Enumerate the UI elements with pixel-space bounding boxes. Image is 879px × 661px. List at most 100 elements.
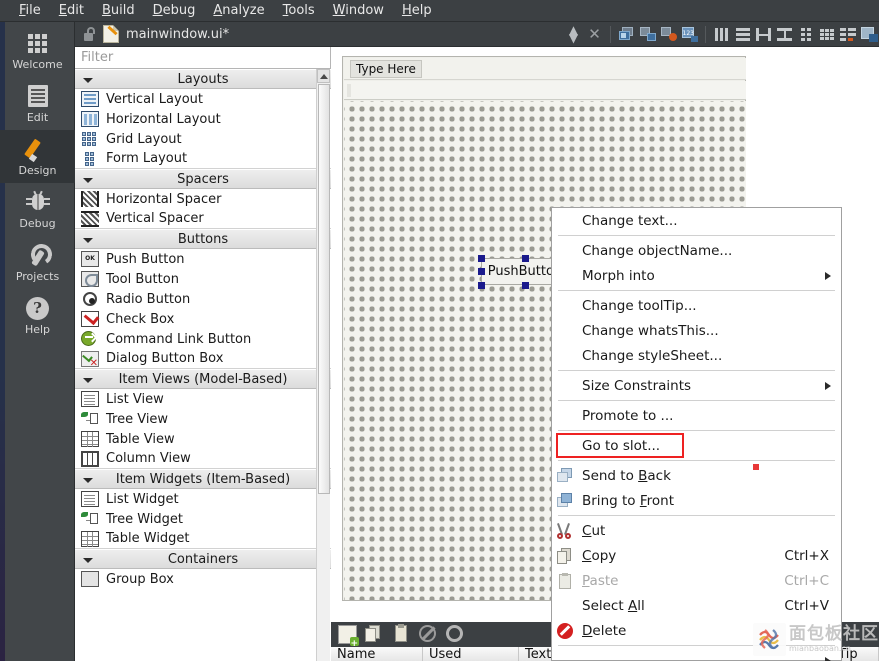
scroll-up-button[interactable] [317,69,330,83]
copy-icon[interactable] [365,625,384,644]
mode-debug[interactable]: Debug [0,183,75,236]
resize-handle-top-left[interactable] [478,255,485,262]
widget-item-radio-button[interactable]: Radio Button [75,289,331,309]
widget-item-vertical-layout[interactable]: Vertical Layout [75,89,331,109]
widget-item-horizontal-spacer[interactable]: Horizontal Spacer [75,189,331,209]
mode-help-label: Help [24,323,51,336]
edit-widgets-icon[interactable] [616,24,637,45]
widget-item-label: Check Box [106,311,175,327]
menu-analyze[interactable]: Analyze [204,1,273,20]
menu-item-copy[interactable]: Copy Ctrl+X [552,543,841,568]
widget-context-menu[interactable]: Change text... Change objectName... Morp… [551,207,842,661]
mode-help[interactable]: ? Help [0,289,75,342]
widget-item-label: Horizontal Layout [106,111,221,127]
menu-item-go-to-slot[interactable]: Go to slot... [552,433,841,458]
menubar-type-here-placeholder[interactable]: Type Here [350,59,422,78]
widget-item-vertical-spacer[interactable]: Vertical Spacer [75,209,331,229]
menu-debug[interactable]: Debug [144,1,205,20]
menu-item-select-all[interactable]: Select All Ctrl+V [552,593,841,618]
widget-item-command-link-button[interactable]: Command Link Button [75,329,331,349]
menu-item-bring-to-front[interactable]: Bring to Front [552,488,841,513]
gear-icon[interactable] [446,625,465,644]
mode-design[interactable]: Design [0,130,75,183]
widget-item-push-button[interactable]: OK Push Button [75,249,331,269]
widget-item-tool-button[interactable]: Tool Button [75,269,331,289]
widget-group-containers[interactable]: Containers [75,549,331,569]
layout-h-splitter-icon[interactable] [753,24,774,45]
grid-layout-icon[interactable] [816,24,837,45]
widget-item-dialog-button-box[interactable]: Dialog Button Box [75,349,331,369]
menu-edit[interactable]: Edit [50,1,93,20]
widget-group-item-widgets[interactable]: Item Widgets (Item-Based) [75,469,331,489]
menu-item-send-to-back[interactable]: Send to Back [552,463,841,488]
column-header-name[interactable]: Name [331,647,423,661]
widget-item-form-layout[interactable]: Form Layout [75,149,331,169]
table-widget-icon [81,530,99,547]
menu-window[interactable]: Window [324,1,393,20]
menu-file[interactable]: File [10,1,50,20]
widget-item-list-view[interactable]: List View [75,389,331,409]
widget-group-buttons[interactable]: Buttons [75,229,331,249]
widget-group-layouts[interactable]: Layouts [75,69,331,89]
column-header-used[interactable]: Used [423,647,519,661]
widget-item-column-view[interactable]: Column View [75,449,331,469]
no-entry-icon[interactable] [419,625,438,644]
adjust-size-icon[interactable] [858,24,879,45]
widget-filter-input[interactable]: Filter [75,47,331,69]
menu-item-morph-into[interactable]: Morph into [552,263,841,288]
widget-item-check-box[interactable]: Check Box [75,309,331,329]
new-document-icon[interactable] [338,625,359,649]
menu-item-change-stylesheet[interactable]: Change styleSheet... [552,343,841,368]
unlocked-padlock-icon[interactable] [83,27,97,41]
menu-item-change-objectname[interactable]: Change objectName... [552,238,841,263]
menu-build[interactable]: Build [93,1,144,20]
open-document-name[interactable]: mainwindow.ui* [126,27,229,42]
layout-v-splitter-icon[interactable] [774,24,795,45]
widget-item-label: Push Button [106,251,185,267]
edit-tab-order-icon[interactable]: 123 [679,24,700,45]
menu-help[interactable]: Help [393,1,441,20]
widget-item-tree-view[interactable]: Tree View [75,409,331,429]
edit-signals-slots-icon[interactable] [637,24,658,45]
mode-welcome[interactable]: Welcome [0,24,75,77]
widget-item-tree-widget[interactable]: Tree Widget [75,509,331,529]
widget-item-horizontal-layout[interactable]: Horizontal Layout [75,109,331,129]
resize-handle-bottom-center[interactable] [522,282,529,289]
widget-group-spacers[interactable]: Spacers [75,169,331,189]
paste-icon[interactable] [392,624,411,644]
delete-icon [557,622,575,639]
form-menubar[interactable]: Type Here [344,58,746,80]
layout-vertical-icon[interactable] [732,24,753,45]
menu-item-change-whatsthis[interactable]: Change whatsThis... [552,318,841,343]
menu-item-size-constraints[interactable]: Size Constraints [552,373,841,398]
widget-group-item-views[interactable]: Item Views (Model-Based) [75,369,331,389]
widget-item-table-view[interactable]: Table View [75,429,331,449]
up-down-arrows-icon[interactable]: ▲ ▼ [563,24,584,45]
widget-item-table-widget[interactable]: Table Widget [75,529,331,549]
menu-item-label: Promote to ... [582,407,674,424]
menu-tools[interactable]: Tools [274,1,324,20]
resize-handle-top-center[interactable] [522,255,529,262]
scrollbar-thumb[interactable] [318,84,330,494]
menu-item-change-text[interactable]: Change text... [552,208,841,233]
break-layout-icon[interactable] [837,24,858,45]
menu-item-promote-to[interactable]: Promote to ... [552,403,841,428]
menu-item-change-tooltip[interactable]: Change toolTip... [552,293,841,318]
widget-box-list[interactable]: Layouts Vertical Layout Horizontal Layou… [75,69,331,661]
widget-item-group-box[interactable]: Group Box [75,569,331,589]
close-x-icon[interactable]: ✕ [584,24,605,45]
menu-separator [558,235,835,236]
widget-box-scrollbar[interactable] [316,69,330,661]
layout-horizontal-icon[interactable] [711,24,732,45]
mode-projects[interactable]: Projects [0,236,75,289]
resize-handle-bottom-left[interactable] [478,282,485,289]
resize-handle-mid-left[interactable] [478,268,485,275]
form-layout-icon[interactable] [795,24,816,45]
menu-item-cut[interactable]: Cut [552,518,841,543]
form-toolbar[interactable] [344,81,746,100]
edit-buddies-icon[interactable] [658,24,679,45]
tool-button-icon [81,271,99,287]
mode-edit[interactable]: Edit [0,77,75,130]
widget-item-grid-layout[interactable]: Grid Layout [75,129,331,149]
widget-item-list-widget[interactable]: List Widget [75,489,331,509]
